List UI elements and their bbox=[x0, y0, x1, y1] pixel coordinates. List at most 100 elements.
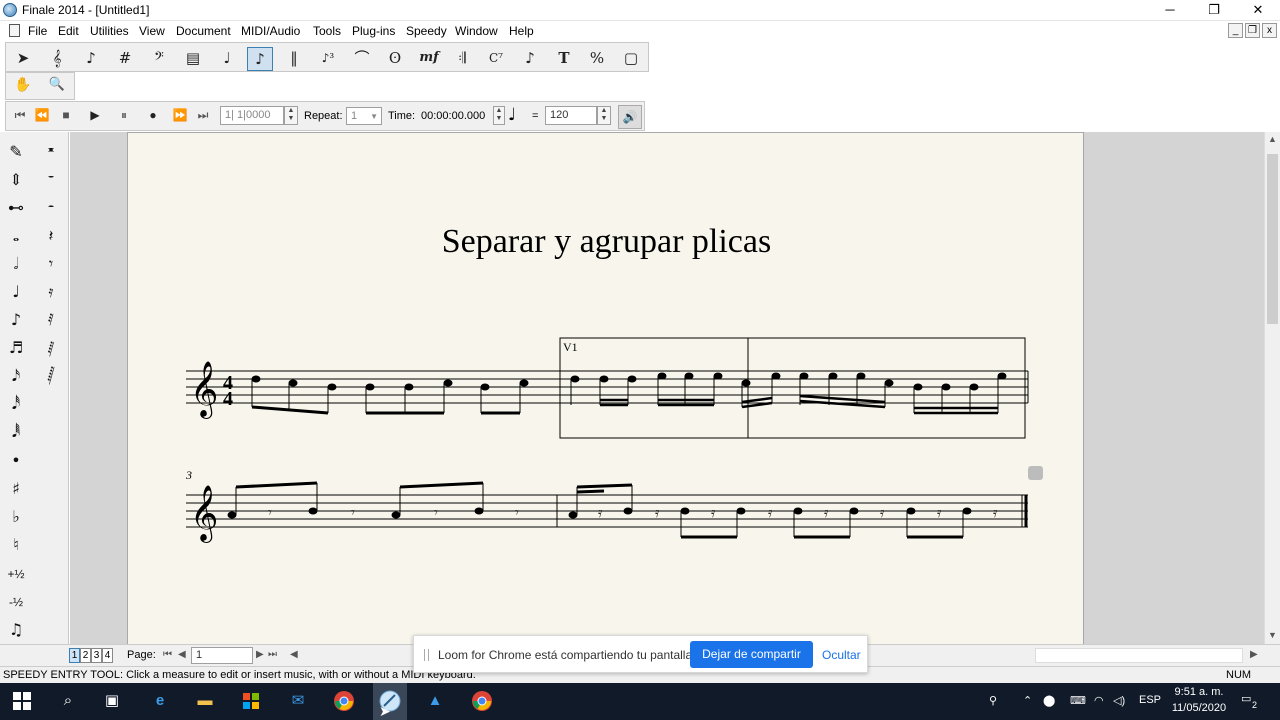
forward-to-end-button[interactable]: ⏭ bbox=[192, 106, 214, 126]
resize-tool-button[interactable]: % bbox=[584, 47, 610, 71]
staff-tool-button[interactable]: 𝄞 bbox=[44, 47, 70, 71]
fast-forward-button[interactable]: ⏩ bbox=[169, 106, 191, 126]
menu-window[interactable]: Window bbox=[455, 24, 498, 38]
mdi-restore-button[interactable]: ❐ bbox=[1245, 23, 1260, 38]
mdi-close-button[interactable]: x bbox=[1262, 23, 1277, 38]
tempo-spinner[interactable]: ▲ ▼ bbox=[597, 106, 611, 125]
close-button[interactable]: ✕ bbox=[1236, 0, 1280, 21]
tuplet-tool-button[interactable]: ♪³ bbox=[315, 47, 341, 71]
scroll-down-icon[interactable]: ▼ bbox=[1268, 630, 1277, 640]
sixteenth-rest-icon[interactable]: 𝄿 bbox=[38, 279, 64, 305]
repeat-tool-button[interactable]: 𝄇 bbox=[449, 47, 475, 71]
menu-tools[interactable]: Tools bbox=[313, 24, 341, 38]
volume-icon[interactable]: ◁) bbox=[1113, 694, 1125, 707]
tempo-field[interactable]: 120 bbox=[545, 106, 597, 125]
page-tab-2[interactable]: 2 bbox=[80, 648, 91, 663]
edge-icon[interactable]: e bbox=[148, 689, 172, 713]
page-tab-3[interactable]: 3 bbox=[91, 648, 102, 663]
store-icon[interactable] bbox=[239, 689, 263, 713]
rewind-to-start-button[interactable]: ⏮ bbox=[9, 106, 31, 126]
simple-entry-tool-button[interactable]: ♪ bbox=[78, 47, 104, 71]
mail-icon[interactable]: ✉ bbox=[286, 689, 310, 713]
loom-tray-icon[interactable]: ⬤ bbox=[1043, 694, 1055, 707]
menu-edit[interactable]: Edit bbox=[58, 24, 79, 38]
hide-banner-button[interactable]: Ocultar bbox=[822, 648, 861, 662]
scroll-thumb[interactable] bbox=[1267, 154, 1278, 324]
quarter-rest-icon[interactable]: 𝄽 bbox=[38, 223, 64, 249]
hand-grabber-button[interactable]: ✋ bbox=[10, 74, 36, 98]
lock-icon[interactable] bbox=[1028, 466, 1043, 480]
half-note-icon[interactable]: 𝅗𝅥 bbox=[3, 251, 29, 277]
thirty-second-rest-icon[interactable]: 𝅀 bbox=[38, 307, 64, 333]
vertical-scrollbar[interactable]: ▲ ▼ bbox=[1264, 132, 1280, 644]
thirty-second-note-icon[interactable]: 𝅘𝅥𝅯 bbox=[3, 363, 29, 389]
rewind-button[interactable]: ⏪ bbox=[31, 106, 53, 126]
note-tool-button[interactable]: ♩ bbox=[214, 47, 240, 71]
first-page-icon[interactable]: ⏮ bbox=[163, 649, 172, 660]
restore-button[interactable]: ❐ bbox=[1192, 0, 1236, 21]
horizontal-scroll-thumb[interactable] bbox=[1035, 648, 1243, 663]
prev-page-icon[interactable]: ◀ bbox=[178, 649, 186, 660]
menu-view[interactable]: View bbox=[139, 24, 165, 38]
zoom-tool-button[interactable]: 🔍 bbox=[44, 74, 70, 98]
eraser-tool-icon[interactable]: ✎ bbox=[3, 139, 29, 165]
last-page-icon[interactable]: ⏭ bbox=[268, 649, 277, 660]
clock-time[interactable]: 9:51 a. m. bbox=[1170, 686, 1228, 698]
clock-date[interactable]: 11/05/2020 bbox=[1170, 702, 1228, 714]
speedy-entry-tool-button[interactable]: ♪ bbox=[247, 47, 273, 71]
hundred-twenty-eighth-rest-icon[interactable]: 𝅂 bbox=[38, 363, 64, 389]
language-indicator[interactable]: ESP bbox=[1139, 694, 1161, 706]
dot-icon[interactable]: • bbox=[3, 448, 29, 474]
raise-half-step-icon[interactable]: +½ bbox=[3, 561, 29, 587]
page-number-field[interactable]: 1 bbox=[191, 647, 253, 664]
play-button[interactable]: ▶ bbox=[84, 106, 106, 126]
lower-half-step-icon[interactable]: -½ bbox=[3, 589, 29, 615]
measure-tool-button[interactable]: ▤ bbox=[180, 47, 206, 71]
drag-handle-icon[interactable] bbox=[424, 649, 429, 661]
sixteenth-note-icon[interactable]: ♬ bbox=[3, 335, 29, 361]
chord-tool-button[interactable]: C⁷ bbox=[483, 47, 509, 71]
whole-note-icon[interactable]: 𝅝 bbox=[3, 223, 29, 249]
ime-icon[interactable]: ⌨ bbox=[1070, 694, 1086, 707]
page-layout-tool-button[interactable]: ▢ bbox=[618, 47, 644, 71]
page-tab-4[interactable]: 4 bbox=[102, 648, 113, 663]
page-tab-1[interactable]: 1 bbox=[69, 648, 80, 663]
action-center-icon[interactable]: ▭ bbox=[1241, 692, 1251, 705]
menu-utilities[interactable]: Utilities bbox=[90, 24, 129, 38]
menu-document[interactable]: Document bbox=[176, 24, 231, 38]
double-whole-rest-icon[interactable]: 𝄺 bbox=[38, 139, 64, 165]
lyrics-tool-button[interactable]: ♪ bbox=[517, 47, 543, 71]
menu-midi-audio[interactable]: MIDI/Audio bbox=[241, 24, 300, 38]
chrome-icon[interactable] bbox=[470, 689, 494, 713]
menu-plug-ins[interactable]: Plug-ins bbox=[352, 24, 395, 38]
sixty-fourth-note-icon[interactable]: 𝅘𝅥𝅰 bbox=[3, 391, 29, 417]
start-icon[interactable] bbox=[10, 689, 34, 713]
people-icon[interactable]: ⚲ bbox=[989, 694, 997, 707]
hundred-twenty-eighth-note-icon[interactable]: 𝅘𝅥𝅱 bbox=[3, 419, 29, 445]
task-view-icon[interactable]: ▣ bbox=[100, 689, 124, 713]
sharp-icon[interactable]: ♯ bbox=[3, 476, 29, 502]
playback-settings-button[interactable]: 🔊 bbox=[618, 105, 642, 129]
show-hidden-icons-icon[interactable]: ⌃ bbox=[1023, 694, 1032, 707]
quarter-note-icon[interactable]: ♩ bbox=[3, 279, 29, 305]
scroll-left-icon[interactable]: ◀ bbox=[290, 649, 298, 660]
network-icon[interactable]: ◠ bbox=[1094, 694, 1104, 707]
flip-tool-icon[interactable]: ⇕ bbox=[3, 167, 29, 193]
clef-tool-button[interactable]: 𝄢 bbox=[146, 47, 172, 71]
selection-tool-button[interactable]: ➤ bbox=[10, 47, 36, 71]
menu-file[interactable]: File bbox=[28, 24, 47, 38]
chrome-icon[interactable] bbox=[332, 689, 356, 713]
repeat-select[interactable]: 1 ▼ bbox=[346, 107, 382, 125]
menu-speedy[interactable]: Speedy bbox=[406, 24, 447, 38]
whole-rest-icon[interactable]: 𝄻 bbox=[38, 167, 64, 193]
menu-help[interactable]: Help bbox=[509, 24, 534, 38]
eighth-rest-icon[interactable]: 𝄾 bbox=[38, 251, 64, 277]
position-spinner[interactable]: ▲ ▼ bbox=[284, 106, 298, 125]
file-explorer-icon[interactable]: ▬ bbox=[193, 689, 217, 713]
tie-icon[interactable]: ♫ bbox=[3, 617, 29, 643]
tempo-unit-spinner[interactable]: ▲ ▼ bbox=[493, 106, 505, 125]
search-icon[interactable]: ⌕ bbox=[56, 689, 80, 713]
natural-icon[interactable]: ♮ bbox=[3, 532, 29, 558]
tuplet-staff-tool-button[interactable]: ‖ bbox=[281, 47, 307, 71]
scroll-right-icon[interactable]: ▶ bbox=[1250, 649, 1258, 660]
